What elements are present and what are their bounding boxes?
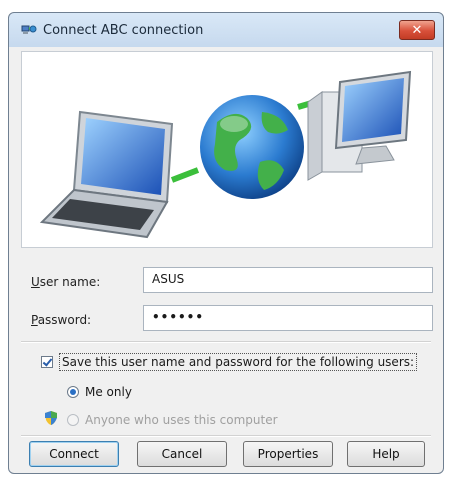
laptop-icon xyxy=(39,110,174,239)
help-button[interactable]: Help xyxy=(347,441,425,467)
save-credentials-checkbox[interactable] xyxy=(41,356,53,368)
radio-anyone-row[interactable]: Anyone who uses this computer xyxy=(67,413,278,427)
username-input[interactable]: ASUS xyxy=(143,267,433,293)
password-label: Password: xyxy=(31,313,92,327)
properties-button[interactable]: Properties xyxy=(243,441,333,467)
button-bar: Connect Cancel Properties Help xyxy=(21,441,431,467)
window-title: Connect ABC connection xyxy=(43,23,204,38)
radio-me-only-label[interactable]: Me only xyxy=(85,385,132,399)
desktop-computer-icon xyxy=(307,70,412,181)
separator xyxy=(21,341,431,343)
connect-button[interactable]: Connect xyxy=(29,441,119,467)
save-credentials-checkbox-row[interactable]: Save this user name and password for the… xyxy=(41,353,418,371)
close-button[interactable]: ✕ xyxy=(399,20,435,40)
radio-anyone[interactable] xyxy=(67,414,79,426)
dialog-window: Connect ABC connection ✕ User name: ASUS… xyxy=(8,12,444,474)
separator-bottom xyxy=(21,435,431,437)
title-bar[interactable]: Connect ABC connection ✕ xyxy=(9,13,443,47)
uac-shield-icon xyxy=(45,411,57,425)
radio-anyone-label[interactable]: Anyone who uses this computer xyxy=(85,413,278,427)
network-illustration-graphic xyxy=(39,70,412,239)
close-icon: ✕ xyxy=(411,22,423,38)
radio-me-only[interactable] xyxy=(67,386,79,398)
password-input[interactable]: •••••• xyxy=(143,305,433,331)
network-illustration xyxy=(21,51,433,248)
radio-me-only-row[interactable]: Me only xyxy=(67,385,132,399)
globe-icon xyxy=(200,95,304,199)
username-label: User name: xyxy=(31,275,101,289)
save-credentials-label[interactable]: Save this user name and password for the… xyxy=(59,353,418,371)
cancel-button[interactable]: Cancel xyxy=(137,441,227,467)
network-connection-icon xyxy=(21,25,37,34)
